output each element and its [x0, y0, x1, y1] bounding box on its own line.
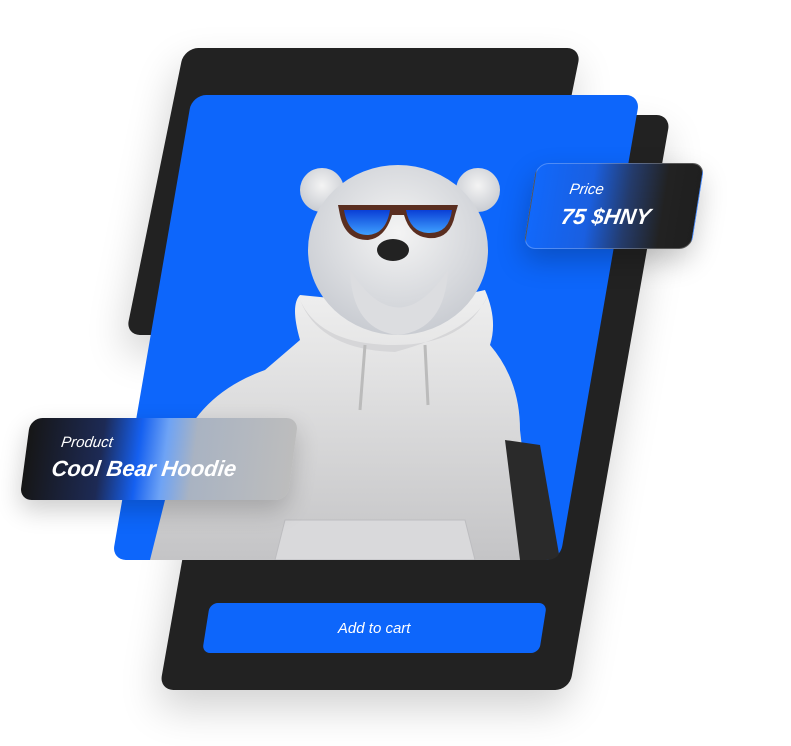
price-value: 75 $HNY	[559, 204, 653, 229]
product-name: Cool Bear Hoodie	[50, 456, 238, 481]
product-tag: Product Cool Bear Hoodie	[19, 418, 299, 500]
add-to-cart-label: Add to cart	[338, 619, 411, 637]
product-label: Product	[60, 434, 115, 451]
add-to-cart-button[interactable]: Add to cart	[202, 603, 547, 653]
price-tag: Price 75 $HNY	[523, 163, 705, 249]
price-label: Price	[568, 181, 606, 198]
